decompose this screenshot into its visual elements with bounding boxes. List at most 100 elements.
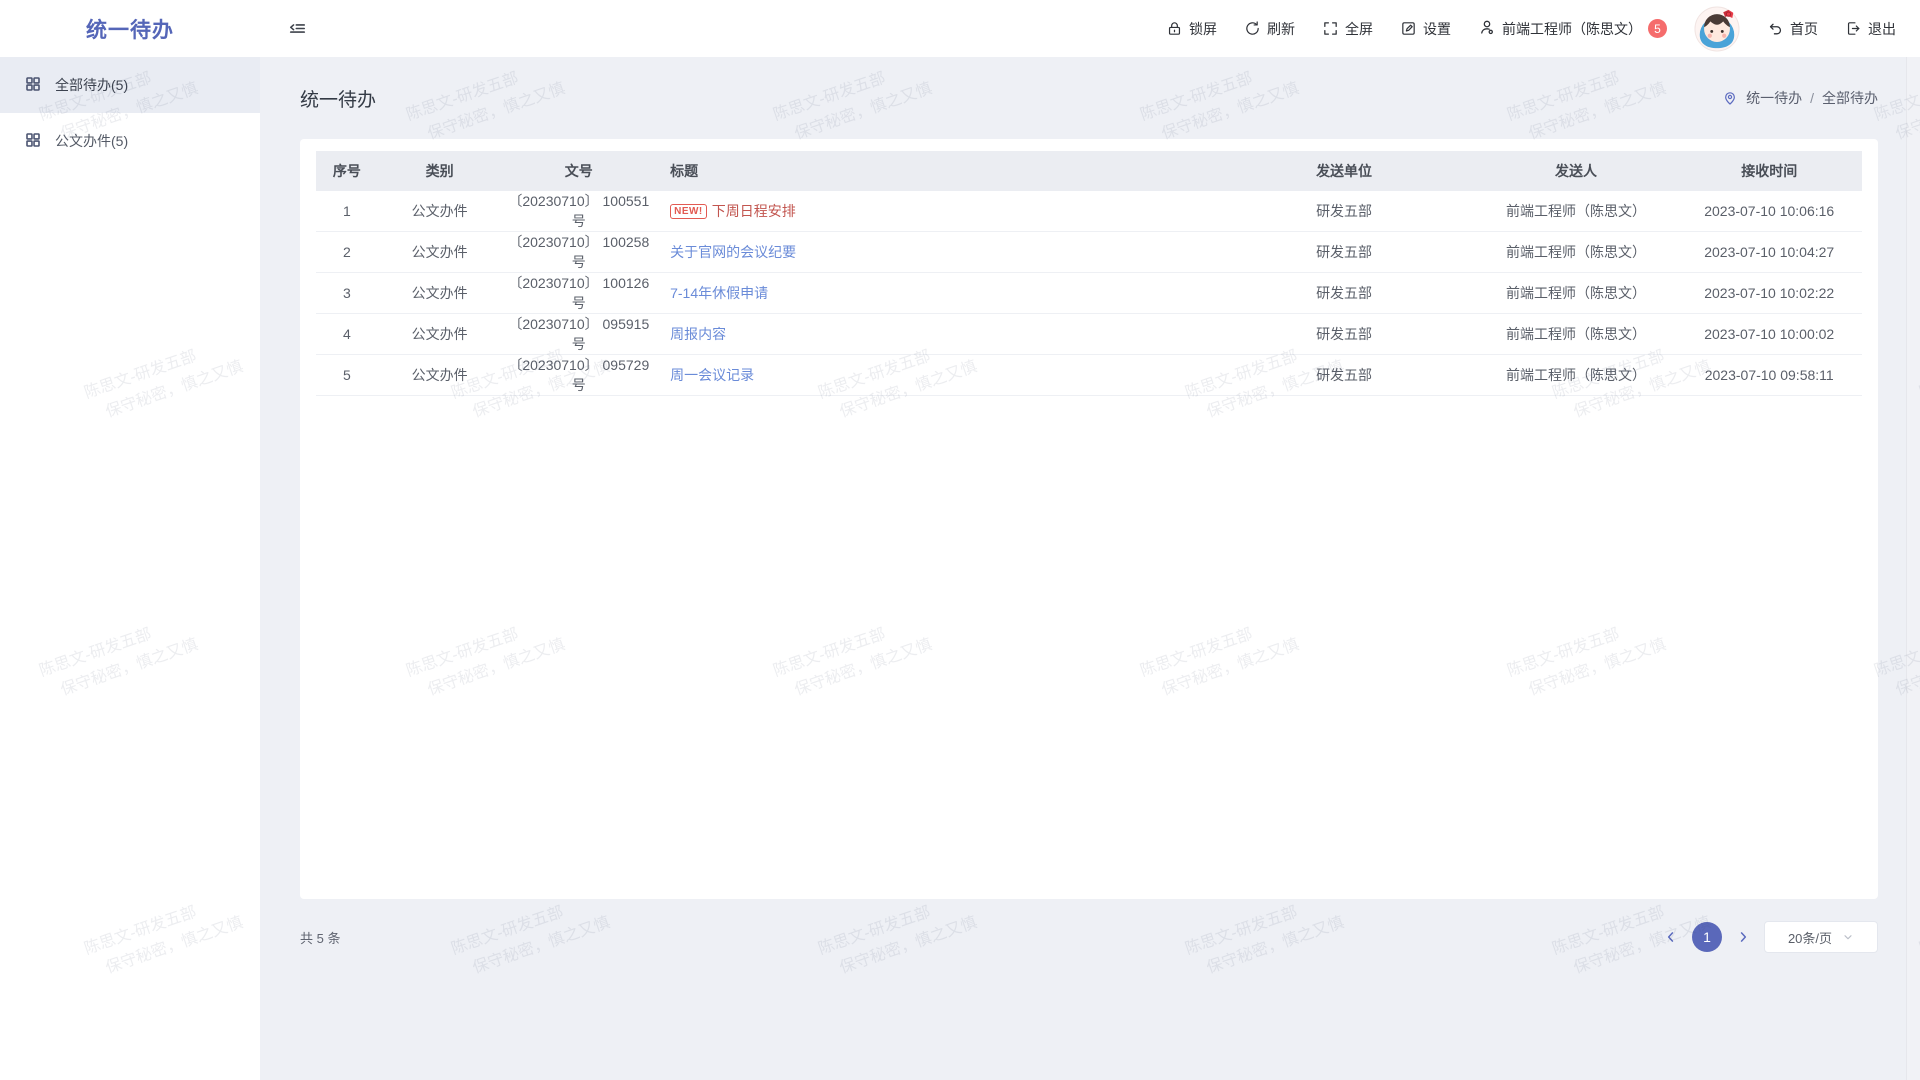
user-icon [1478, 18, 1496, 39]
sidebar-item-all-todo[interactable]: 全部待办(5) [0, 57, 260, 113]
table-row: 1公文办件〔20230710〕 100551号NEW!下周日程安排研发五部前端工… [316, 191, 1862, 232]
row-doc-no: 〔20230710〕 100126号 [502, 273, 657, 314]
table-row: 2公文办件〔20230710〕 100258号关于官网的会议纪要 研发五部前端工程… [316, 232, 1862, 273]
row-no: 3 [316, 273, 378, 314]
table-body: 1公文办件〔20230710〕 100551号NEW!下周日程安排研发五部前端工… [316, 191, 1862, 396]
row-sender: 前端工程师（陈思文） [1475, 232, 1676, 273]
breadcrumb-item-current[interactable]: 全部待办 [1822, 88, 1878, 108]
document-title-link[interactable]: NEW!下周日程安排 [670, 203, 796, 219]
column-header: 标题 [656, 151, 1213, 191]
row-doc-no: 〔20230710〕 095729号 [502, 355, 657, 396]
home-label: 首页 [1790, 19, 1818, 39]
row-title-cell: 周一会议记录 [656, 355, 1213, 396]
page-number-1[interactable]: 1 [1692, 922, 1722, 952]
row-unit: 研发五部 [1213, 355, 1476, 396]
breadcrumb-item-root[interactable]: 统一待办 [1746, 88, 1802, 108]
row-category: 公文办件 [378, 314, 502, 355]
row-no: 2 [316, 232, 378, 273]
home-back-icon [1767, 20, 1784, 37]
lock-screen-button[interactable]: 锁屏 [1166, 19, 1217, 39]
total-count: 共 5 条 [300, 928, 340, 947]
vertical-scrollbar[interactable] [1906, 57, 1920, 1080]
grid-icon [24, 75, 42, 96]
new-badge: NEW! [670, 204, 707, 219]
sidebar-fold-icon[interactable] [288, 19, 307, 38]
row-title-cell: 周报内容 [656, 314, 1213, 355]
row-time: 2023-07-10 09:58:11 [1676, 355, 1862, 396]
row-category: 公文办件 [378, 273, 502, 314]
sidebar: 全部待办(5) 公文办件(5) [0, 57, 260, 1080]
settings-button[interactable]: 设置 [1400, 19, 1451, 39]
next-page-icon[interactable] [1736, 930, 1750, 944]
home-button[interactable]: 首页 [1767, 19, 1818, 39]
fullscreen-button[interactable]: 全屏 [1322, 19, 1373, 39]
row-sender: 前端工程师（陈思文） [1475, 273, 1676, 314]
document-title-link[interactable]: 周报内容 [670, 326, 726, 342]
logout-label: 退出 [1868, 19, 1896, 39]
column-header: 类别 [378, 151, 502, 191]
row-doc-no: 〔20230710〕 100551号 [502, 191, 657, 232]
row-time: 2023-07-10 10:00:02 [1676, 314, 1862, 355]
todo-table: 序号类别文号标题发送单位发送人接收时间 1公文办件〔20230710〕 1005… [316, 151, 1862, 396]
table-card: 序号类别文号标题发送单位发送人接收时间 1公文办件〔20230710〕 1005… [300, 139, 1878, 899]
prev-page-icon[interactable] [1664, 930, 1678, 944]
lock-icon [1166, 20, 1183, 37]
page-title: 统一待办 [300, 85, 376, 112]
row-sender: 前端工程师（陈思文） [1475, 355, 1676, 396]
lock-screen-label: 锁屏 [1189, 19, 1217, 39]
row-unit: 研发五部 [1213, 314, 1476, 355]
column-header: 文号 [502, 151, 657, 191]
logout-icon [1845, 20, 1862, 37]
row-time: 2023-07-10 10:04:27 [1676, 232, 1862, 273]
row-title-cell: 7-14年休假申请 [656, 273, 1213, 314]
sidebar-item-label: 全部待办(5) [55, 75, 128, 95]
logo-box: 统一待办 [0, 14, 260, 44]
topbar-actions: 锁屏 刷新 全屏 [1166, 6, 1920, 52]
page-size-value: 20条/页 [1788, 928, 1832, 947]
document-title-link[interactable]: 关于官网的会议纪要 [670, 244, 796, 260]
row-doc-no: 〔20230710〕 100258号 [502, 232, 657, 273]
row-unit: 研发五部 [1213, 191, 1476, 232]
column-header: 序号 [316, 151, 378, 191]
sidebar-item-label: 公文办件(5) [55, 131, 128, 151]
table-row: 5公文办件〔20230710〕 095729号周一会议记录 研发五部前端工程师（陈… [316, 355, 1862, 396]
breadcrumb: 统一待办 / 全部待办 [1722, 88, 1878, 108]
table-footer: 共 5 条 1 20条/页 [300, 921, 1878, 953]
table-row: 4公文办件〔20230710〕 095915号周报内容研发五部前端工程师（陈思文… [316, 314, 1862, 355]
user-name: 前端工程师（陈思文） [1502, 19, 1642, 39]
fullscreen-label: 全屏 [1345, 19, 1373, 39]
breadcrumb-separator: / [1810, 90, 1814, 106]
page-size-select[interactable]: 20条/页 [1764, 921, 1878, 953]
chevron-down-icon [1842, 931, 1854, 943]
column-header: 发送单位 [1213, 151, 1476, 191]
column-header: 接收时间 [1676, 151, 1862, 191]
row-time: 2023-07-10 10:06:16 [1676, 191, 1862, 232]
refresh-label: 刷新 [1267, 19, 1295, 39]
row-unit: 研发五部 [1213, 273, 1476, 314]
row-sender: 前端工程师（陈思文） [1475, 314, 1676, 355]
row-no: 1 [316, 191, 378, 232]
location-pin-icon [1722, 90, 1738, 106]
refresh-button[interactable]: 刷新 [1244, 19, 1295, 39]
sidebar-item-official-doc[interactable]: 公文办件(5) [0, 113, 260, 169]
row-doc-no: 〔20230710〕 095915号 [502, 314, 657, 355]
settings-label: 设置 [1423, 19, 1451, 39]
document-title-link[interactable]: 7-14年休假申请 [670, 285, 768, 301]
grid-icon [24, 131, 42, 152]
app-logo: 统一待办 [86, 19, 174, 42]
row-category: 公文办件 [378, 355, 502, 396]
table-header-row: 序号类别文号标题发送单位发送人接收时间 [316, 151, 1862, 191]
avatar[interactable] [1694, 6, 1740, 52]
document-title-link[interactable]: 周一会议记录 [670, 367, 754, 383]
row-unit: 研发五部 [1213, 232, 1476, 273]
row-category: 公文办件 [378, 232, 502, 273]
logout-button[interactable]: 退出 [1845, 19, 1896, 39]
refresh-icon [1244, 20, 1261, 37]
row-sender: 前端工程师（陈思文） [1475, 191, 1676, 232]
pagination: 1 20条/页 [1664, 921, 1878, 953]
fullscreen-icon [1322, 20, 1339, 37]
user-info[interactable]: 前端工程师（陈思文） 5 [1478, 18, 1667, 39]
top-header: 统一待办 锁屏 [0, 0, 1920, 57]
row-no: 5 [316, 355, 378, 396]
main-content: 统一待办 统一待办 / 全部待办 序号类别文号标题发送单位发送人接收时间 1公文… [260, 57, 1920, 1080]
